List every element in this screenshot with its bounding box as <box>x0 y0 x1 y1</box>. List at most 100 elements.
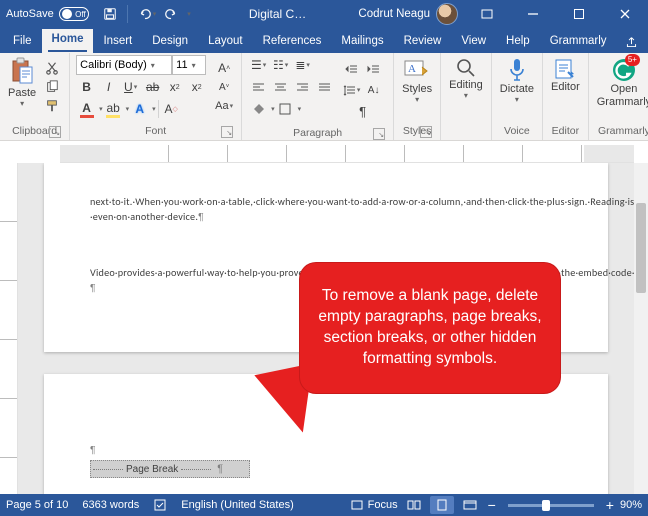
undo-icon[interactable]: ▾ <box>138 5 157 23</box>
zoom-slider[interactable] <box>508 504 594 507</box>
find-icon <box>455 57 477 79</box>
ribbon-display-options-icon[interactable] <box>464 0 510 28</box>
focus-mode-button[interactable]: Focus <box>351 499 398 511</box>
font-name-combo[interactable]: Calibri (Body)▾ <box>76 55 172 75</box>
share-button[interactable] <box>617 32 646 53</box>
tab-mailings[interactable]: Mailings <box>331 31 393 53</box>
tab-insert[interactable]: Insert <box>93 31 142 53</box>
maximize-button[interactable] <box>556 0 602 28</box>
group-label-voice: Voice <box>504 125 530 137</box>
ribbon-tabs: File Home Insert Design Layout Reference… <box>0 28 648 53</box>
zoom-out-button[interactable]: − <box>486 497 498 513</box>
shrink-font-button[interactable]: A˅ <box>215 78 233 96</box>
bullets-button[interactable]: ☰▾ <box>248 55 270 75</box>
zoom-in-button[interactable]: + <box>604 497 616 513</box>
dictate-button[interactable]: Dictate▾ <box>498 55 536 106</box>
font-launcher[interactable]: ↘ <box>221 126 233 138</box>
close-button[interactable] <box>602 0 648 28</box>
multilevel-button[interactable]: ≣▾ <box>292 55 314 75</box>
italic-button[interactable]: I <box>98 77 120 97</box>
microphone-icon <box>506 57 528 83</box>
styles-button[interactable]: A Styles▾ <box>400 55 434 106</box>
format-painter-icon[interactable] <box>43 97 61 115</box>
change-case-button[interactable]: Aa▾ <box>215 97 233 115</box>
paragraph-launcher[interactable]: ↘ <box>373 128 385 140</box>
clear-formatting-button[interactable]: A◇ <box>161 99 183 119</box>
tab-references[interactable]: References <box>253 31 332 53</box>
group-label-paragraph: Paragraph <box>293 127 342 139</box>
page-indicator[interactable]: Page 5 of 10 <box>6 499 68 511</box>
align-left-button[interactable] <box>248 77 270 97</box>
shading-button[interactable] <box>248 99 270 119</box>
tab-design[interactable]: Design <box>142 31 198 53</box>
redo-icon[interactable] <box>164 5 178 23</box>
subscript-button[interactable]: x2 <box>164 77 186 97</box>
horizontal-ruler[interactable] <box>60 145 634 163</box>
spellcheck-status-icon[interactable] <box>153 498 167 512</box>
styles-launcher[interactable]: ↘ <box>420 126 432 138</box>
show-hide-button[interactable]: ¶ <box>352 101 374 121</box>
tab-grammarly[interactable]: Grammarly <box>540 31 617 53</box>
align-right-button[interactable] <box>292 77 314 97</box>
minimize-button[interactable] <box>510 0 556 28</box>
bold-button[interactable]: B <box>76 77 98 97</box>
svg-text:A: A <box>408 63 416 75</box>
group-label-grammarly: Grammarly <box>598 125 648 137</box>
print-layout-button[interactable] <box>430 496 454 514</box>
strikethrough-button[interactable]: ab <box>142 77 164 97</box>
save-icon[interactable] <box>103 5 117 23</box>
paste-button[interactable]: Paste ▾ <box>6 55 38 110</box>
superscript-button[interactable]: x2 <box>186 77 208 97</box>
grow-font-button[interactable]: A˄ <box>215 59 233 77</box>
align-center-button[interactable] <box>270 77 292 97</box>
document-title: Digital C… <box>197 7 359 21</box>
word-count[interactable]: 6363 words <box>82 499 139 511</box>
paste-icon <box>9 57 35 87</box>
tab-view[interactable]: View <box>451 31 496 53</box>
tab-review[interactable]: Review <box>394 31 452 53</box>
font-color-button[interactable]: A <box>76 99 98 119</box>
highlight-button[interactable]: ab <box>103 99 125 119</box>
grammarly-button[interactable]: 5+ Open Grammarly <box>595 55 648 110</box>
editing-button[interactable]: Editing▾ <box>447 55 485 102</box>
group-label-font: Font <box>145 125 166 137</box>
tab-layout[interactable]: Layout <box>198 31 253 53</box>
avatar[interactable] <box>436 3 458 25</box>
decrease-indent-button[interactable] <box>341 59 363 79</box>
autosave-toggle[interactable]: Off <box>59 7 89 21</box>
vertical-ruler[interactable] <box>0 163 18 494</box>
sort-button[interactable]: A↓ <box>363 80 385 100</box>
cut-icon[interactable] <box>43 59 61 77</box>
tab-help[interactable]: Help <box>496 31 540 53</box>
justify-button[interactable] <box>314 77 336 97</box>
page-break-indicator[interactable]: Page Break <box>90 460 250 478</box>
language-indicator[interactable]: English (United States) <box>181 499 294 511</box>
user-name: Codrut Neagu <box>358 8 430 20</box>
chevron-down-icon: ▾ <box>20 99 24 108</box>
empty-paragraph-mark <box>90 445 96 456</box>
document-page-2[interactable]: Page Break <box>44 374 608 494</box>
borders-button[interactable] <box>275 99 297 119</box>
styles-icon: A <box>403 57 431 83</box>
group-label-editing <box>447 123 485 140</box>
text-effects-button[interactable]: A <box>129 99 151 119</box>
line-spacing-button[interactable]: ▾ <box>341 80 363 100</box>
zoom-level[interactable]: 90% <box>620 499 642 511</box>
copy-icon[interactable] <box>43 78 61 96</box>
numbering-button[interactable]: ☷▾ <box>270 55 292 75</box>
font-size-combo[interactable]: 11▾ <box>172 55 206 75</box>
underline-button[interactable]: U▾ <box>120 77 142 97</box>
ribbon: Paste ▾ Clipboard↘ Calibri (Body)▾ 11▾ <box>0 53 648 141</box>
increase-indent-button[interactable] <box>363 59 385 79</box>
qat-customize-icon[interactable]: ▾ <box>187 5 191 23</box>
tab-home[interactable]: Home <box>42 29 94 53</box>
clipboard-launcher[interactable]: ↘ <box>49 126 61 138</box>
editor-icon <box>553 57 577 81</box>
body-paragraph-1: next·to·it.·When·you·work·on·a·table,·cl… <box>90 195 634 223</box>
document-page-1[interactable]: next·to·it.·When·you·work·on·a·table,·cl… <box>44 163 608 352</box>
editor-button[interactable]: Editor <box>549 55 582 95</box>
tab-file[interactable]: File <box>3 31 42 53</box>
read-mode-button[interactable] <box>402 496 426 514</box>
web-layout-button[interactable] <box>458 496 482 514</box>
vertical-scrollbar[interactable] <box>634 163 648 494</box>
